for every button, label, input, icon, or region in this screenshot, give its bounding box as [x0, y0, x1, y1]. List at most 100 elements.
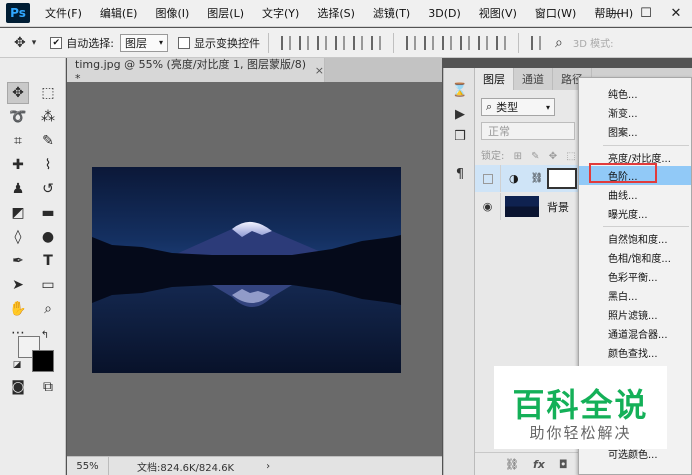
- menu-item-color-lookup[interactable]: 颜色查找...: [579, 343, 691, 362]
- clone-stamp-tool-icon[interactable]: ♟: [7, 178, 29, 200]
- menu-item-photo-filter[interactable]: 照片滤镜...: [579, 305, 691, 324]
- menu-edit[interactable]: 编辑(E): [91, 5, 147, 21]
- eraser-tool-icon[interactable]: ◩: [7, 202, 29, 224]
- healing-brush-tool-icon[interactable]: ✚: [7, 154, 29, 176]
- menu-item-black-white[interactable]: 黑白...: [579, 286, 691, 305]
- close-document-icon[interactable]: ×: [315, 64, 324, 77]
- menu-window[interactable]: 窗口(W): [526, 5, 585, 21]
- lock-pixels-icon[interactable]: ⊞: [514, 151, 522, 162]
- close-window-button[interactable]: ✕: [662, 0, 690, 27]
- blur-tool-icon[interactable]: ◊: [7, 226, 29, 248]
- search-icon[interactable]: ⌕: [555, 35, 563, 51]
- history-icon[interactable]: ⌛: [452, 82, 468, 98]
- menu-divider: [603, 226, 689, 227]
- menu-item-vibrance[interactable]: 自然饱和度...: [579, 229, 691, 248]
- menu-item-gradient[interactable]: 渐变...: [579, 103, 691, 122]
- show-transform-checkbox[interactable]: [177, 36, 190, 49]
- actions-play-icon[interactable]: ▶: [452, 106, 468, 122]
- menu-item-solid-color[interactable]: 纯色...: [579, 84, 691, 103]
- path-selection-tool-icon[interactable]: ➤: [7, 274, 29, 296]
- type-tool-icon[interactable]: T: [37, 250, 59, 272]
- visibility-off-box[interactable]: [475, 165, 501, 192]
- lock-brush-icon[interactable]: ✎: [531, 151, 539, 162]
- menu-item-pattern[interactable]: 图案...: [579, 122, 691, 141]
- lock-artboard-icon[interactable]: ⬚: [566, 151, 575, 162]
- dodge-tool-icon[interactable]: ●: [37, 226, 59, 248]
- gradient-tool-icon[interactable]: ▬: [37, 202, 59, 224]
- align-hcenter-icon[interactable]: [352, 35, 363, 50]
- menu-3d[interactable]: 3D(D): [419, 7, 470, 20]
- layer-name[interactable]: 背景: [547, 199, 569, 215]
- status-bar: 55% 文档:824.6K/824.6K ›: [67, 456, 442, 475]
- auto-select-dropdown[interactable]: 图层 ▾: [119, 33, 168, 52]
- align-right-icon[interactable]: [370, 35, 381, 50]
- menu-item-levels[interactable]: 色阶...: [579, 166, 691, 185]
- distribute-bottom-icon[interactable]: [441, 35, 452, 50]
- distribute-vcenter-icon[interactable]: [423, 35, 434, 50]
- maximize-button[interactable]: ☐: [632, 0, 660, 27]
- quick-mask-icon[interactable]: ◙: [7, 376, 29, 398]
- canvas-area[interactable]: [67, 82, 442, 456]
- add-mask-icon[interactable]: ◘: [559, 458, 568, 471]
- menu-select[interactable]: 选择(S): [308, 5, 364, 21]
- zoom-tool-icon[interactable]: ⌕: [37, 298, 59, 320]
- distribute-right-icon[interactable]: [495, 35, 506, 50]
- align-vcenter-icon[interactable]: [298, 35, 309, 50]
- auto-select-checkbox[interactable]: ✔: [50, 36, 63, 49]
- auto-align-icon[interactable]: [530, 35, 541, 50]
- tab-channels[interactable]: 通道: [514, 68, 553, 90]
- align-bottom-icon[interactable]: [316, 35, 327, 50]
- background-color-swatch[interactable]: [32, 350, 54, 372]
- watermark-title: 百科全说: [512, 386, 649, 424]
- hand-tool-icon[interactable]: ✋: [7, 298, 29, 320]
- paragraph-icon[interactable]: ¶: [452, 166, 468, 182]
- fx-icon[interactable]: fx: [533, 458, 545, 471]
- status-menu-arrow-icon[interactable]: ›: [266, 461, 270, 472]
- distribute-left-icon[interactable]: [459, 35, 470, 50]
- menu-item-exposure[interactable]: 曝光度...: [579, 204, 691, 223]
- menu-item-curves[interactable]: 曲线...: [579, 185, 691, 204]
- lock-position-icon[interactable]: ✥: [549, 151, 557, 162]
- document-image[interactable]: [92, 167, 401, 373]
- menu-item-color-balance[interactable]: 色彩平衡...: [579, 267, 691, 286]
- distribute-hcenter-icon[interactable]: [477, 35, 488, 50]
- distribute-top-icon[interactable]: [405, 35, 416, 50]
- move-tool-icon[interactable]: ✥: [7, 82, 29, 104]
- default-colors-icon[interactable]: ◪: [10, 358, 24, 372]
- menu-file[interactable]: 文件(F): [36, 5, 91, 21]
- layer-thumbnail[interactable]: [505, 196, 539, 217]
- menu-item-brightness-contrast[interactable]: 亮度/对比度...: [579, 148, 691, 167]
- menu-item-channel-mixer[interactable]: 通道混合器...: [579, 324, 691, 343]
- crop-tool-icon[interactable]: ⌗: [7, 130, 29, 152]
- swap-colors-icon[interactable]: ↰: [38, 328, 52, 342]
- tab-layers[interactable]: 图层: [475, 68, 514, 90]
- zoom-level[interactable]: 55%: [67, 457, 109, 475]
- magic-wand-tool-icon[interactable]: ⁂: [37, 106, 59, 128]
- move-tool-icon[interactable]: ✥: [14, 35, 26, 51]
- 3d-icon[interactable]: ❒: [452, 128, 468, 144]
- pen-tool-icon[interactable]: ✒: [7, 250, 29, 272]
- minimize-button[interactable]: —: [602, 0, 630, 27]
- layer-mask-thumbnail[interactable]: [547, 168, 578, 189]
- blend-mode-dropdown[interactable]: 正常: [481, 122, 575, 140]
- align-left-icon[interactable]: [334, 35, 345, 50]
- screen-mode-icon[interactable]: ⧉: [37, 376, 59, 398]
- layer-filter-dropdown[interactable]: ⌕ 类型 ▾: [481, 98, 555, 116]
- menu-layer[interactable]: 图层(L): [198, 5, 253, 21]
- menu-image[interactable]: 图像(I): [146, 5, 198, 21]
- link-layers-icon[interactable]: ⛓: [505, 458, 519, 471]
- menu-item-hue-saturation[interactable]: 色相/饱和度...: [579, 248, 691, 267]
- align-top-icon[interactable]: [280, 35, 291, 50]
- brush-tool-icon[interactable]: ⌇: [37, 154, 59, 176]
- eye-icon[interactable]: ◉: [475, 193, 501, 220]
- menu-type[interactable]: 文字(Y): [253, 5, 308, 21]
- menu-filter[interactable]: 滤镜(T): [364, 5, 419, 21]
- rectangle-tool-icon[interactable]: ▭: [37, 274, 59, 296]
- history-brush-tool-icon[interactable]: ↺: [37, 178, 59, 200]
- tool-preset-chevron-icon[interactable]: ▾: [32, 38, 37, 48]
- menu-view[interactable]: 视图(V): [470, 5, 526, 21]
- eyedropper-tool-icon[interactable]: ✎: [37, 130, 59, 152]
- document-tab[interactable]: timg.jpg @ 55% (亮度/对比度 1, 图层蒙版/8) * ×: [67, 58, 325, 85]
- lasso-tool-icon[interactable]: ➰: [7, 106, 29, 128]
- marquee-tool-icon[interactable]: ⬚: [37, 82, 59, 104]
